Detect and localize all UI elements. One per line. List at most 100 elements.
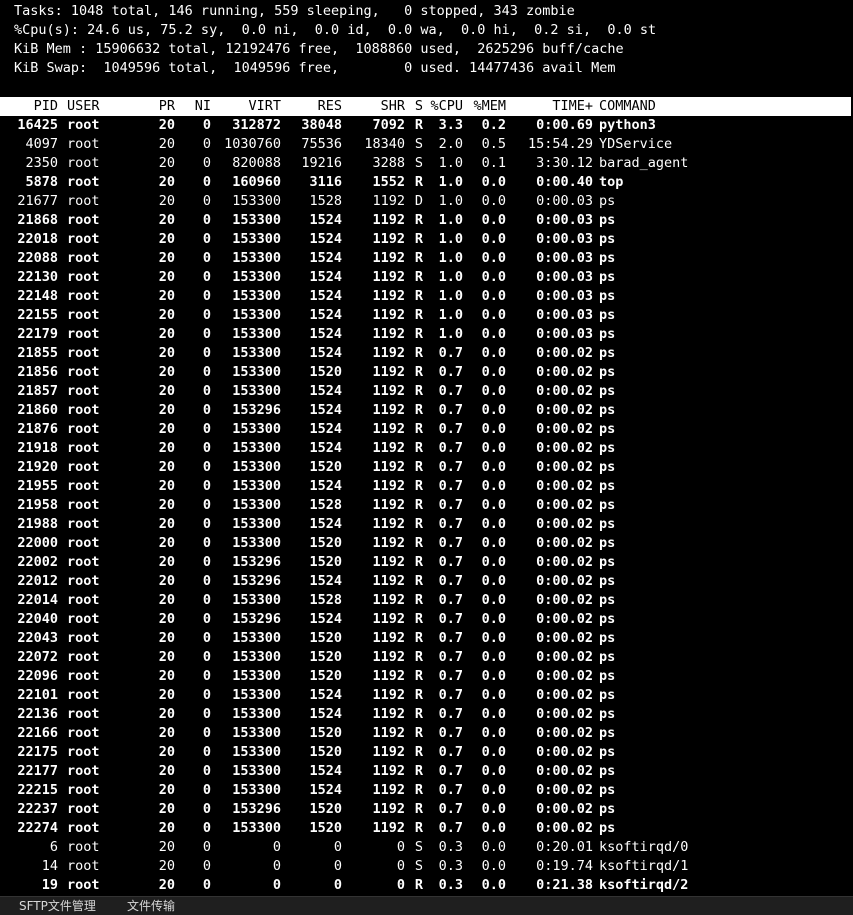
process-command-cell: ps (599, 554, 616, 570)
process-cpu-cell: 0.7 (438, 763, 463, 779)
process-shr-cell: 1192 (372, 820, 405, 836)
process-row: 22177 root 20 0 153300 1524 1192 R 0.7 0.0 0:00.02… (0, 762, 853, 781)
process-time-cell: 0:00.02 (536, 725, 593, 741)
process-res-cell: 1524 (309, 269, 342, 285)
process-row: 22088 root 20 0 153300 1524 1192 R 1.0 0.0 0:00.03… (0, 249, 853, 268)
process-row: 5878 root 20 0 160960 3116 1552 R 1.0 0.0 0:00.40 t… (0, 173, 853, 192)
process-virt-cell: 153300 (232, 345, 281, 361)
column-header-mem: %MEM (473, 98, 506, 114)
process-row: 22136 root 20 0 153300 1524 1192 R 0.7 0.0 0:00.02… (0, 705, 853, 724)
tab-sftp-file-manager[interactable]: SFTP文件管理 (19, 897, 96, 915)
process-shr-cell: 1192 (372, 231, 405, 247)
process-res-cell: 1524 (309, 573, 342, 589)
process-time-cell: 0:00.03 (536, 288, 593, 304)
process-s-cell: R (414, 497, 423, 513)
process-pid-cell: 22096 (17, 668, 58, 684)
process-user-cell: root (67, 516, 100, 532)
process-time-cell: 0:00.02 (536, 687, 593, 703)
process-res-cell: 1520 (309, 725, 342, 741)
process-res-cell: 0 (333, 877, 342, 893)
process-virt-cell: 153300 (232, 497, 281, 513)
process-ni-cell: 0 (202, 554, 211, 570)
process-res-cell: 1524 (309, 250, 342, 266)
process-command-cell: ps (599, 326, 616, 342)
process-res-cell: 1524 (309, 687, 342, 703)
process-shr-cell: 1192 (372, 269, 405, 285)
column-header-virt: VIRT (248, 98, 281, 114)
column-header-cpu: %CPU (430, 98, 463, 114)
process-res-cell: 1520 (309, 554, 342, 570)
process-mem-cell: 0.0 (481, 497, 506, 513)
process-res-cell: 1528 (309, 193, 342, 209)
process-virt-cell: 153300 (232, 592, 281, 608)
process-pr-cell: 20 (158, 193, 175, 209)
process-row: 22175 root 20 0 153300 1520 1192 R 0.7 0.0 0:00.02… (0, 743, 853, 762)
process-ni-cell: 0 (202, 744, 211, 760)
process-shr-cell: 1192 (372, 193, 405, 209)
process-cpu-cell: 1.0 (438, 288, 463, 304)
process-command-cell: ps (599, 478, 616, 494)
process-virt-cell: 153300 (232, 725, 281, 741)
process-shr-cell: 0 (396, 877, 405, 893)
terminal-window[interactable]: Tasks: 1048 total, 146 running, 559 slee… (0, 0, 853, 896)
process-time-cell: 0:00.02 (536, 801, 593, 817)
process-res-cell: 38048 (301, 117, 342, 133)
process-pr-cell: 20 (158, 516, 175, 532)
process-shr-cell: 7092 (372, 117, 405, 133)
process-mem-cell: 0.0 (481, 573, 506, 589)
process-s-cell: R (414, 630, 423, 646)
process-pid-cell: 16425 (17, 117, 58, 133)
process-mem-cell: 0.0 (481, 231, 506, 247)
process-row: 21876 root 20 0 153300 1524 1192 R 0.7 0.0 0:00.02… (0, 420, 853, 439)
process-pid-cell: 21918 (17, 440, 58, 456)
process-command-cell: ps (599, 630, 616, 646)
process-virt-cell: 153296 (232, 554, 281, 570)
process-cpu-cell: 0.7 (438, 725, 463, 741)
process-mem-cell: 0.0 (481, 877, 506, 893)
process-mem-cell: 0.1 (481, 155, 506, 171)
process-command-cell: ps (599, 212, 616, 228)
process-mem-cell: 0.0 (481, 269, 506, 285)
process-shr-cell: 1192 (372, 402, 405, 418)
process-user-cell: root (67, 212, 100, 228)
process-command-cell: top (599, 174, 624, 190)
column-header-ni: NI (194, 98, 211, 114)
process-res-cell: 1520 (309, 668, 342, 684)
process-command-cell: ksoftirqd/2 (599, 877, 689, 893)
process-pid-cell: 21876 (17, 421, 58, 437)
process-time-cell: 0:00.03 (536, 326, 593, 342)
process-ni-cell: 0 (202, 421, 211, 437)
process-pid-cell: 22012 (17, 573, 58, 589)
process-ni-cell: 0 (202, 383, 211, 399)
process-time-cell: 0:00.02 (536, 630, 593, 646)
process-ni-cell: 0 (202, 611, 211, 627)
process-time-cell: 0:00.02 (536, 364, 593, 380)
process-pid-cell: 22175 (17, 744, 58, 760)
process-ni-cell: 0 (202, 573, 211, 589)
process-time-cell: 0:00.02 (536, 421, 593, 437)
process-s-cell: D (414, 193, 423, 209)
process-s-cell: R (414, 877, 423, 893)
process-shr-cell: 1192 (372, 592, 405, 608)
process-s-cell: R (414, 801, 423, 817)
process-command-cell: ps (599, 820, 616, 836)
process-pr-cell: 20 (158, 174, 175, 190)
process-row: 22096 root 20 0 153300 1520 1192 R 0.7 0.0 0:00.02… (0, 667, 853, 686)
process-res-cell: 1524 (309, 763, 342, 779)
process-command-cell: ps (599, 231, 616, 247)
process-pid-cell: 22177 (17, 763, 58, 779)
process-pid-cell: 19 (41, 877, 58, 893)
process-virt-cell: 153300 (232, 744, 281, 760)
process-user-cell: root (67, 611, 100, 627)
process-cpu-cell: 1.0 (438, 269, 463, 285)
process-pr-cell: 20 (158, 801, 175, 817)
process-pid-cell: 22237 (17, 801, 58, 817)
process-s-cell: R (414, 820, 423, 836)
process-time-cell: 0:00.03 (536, 212, 593, 228)
process-pr-cell: 20 (158, 858, 175, 874)
process-res-cell: 19216 (301, 155, 342, 171)
process-command-cell: ps (599, 801, 616, 817)
process-mem-cell: 0.0 (481, 288, 506, 304)
tab-file-transfer[interactable]: 文件传输 (127, 897, 175, 915)
process-user-cell: root (67, 307, 100, 323)
